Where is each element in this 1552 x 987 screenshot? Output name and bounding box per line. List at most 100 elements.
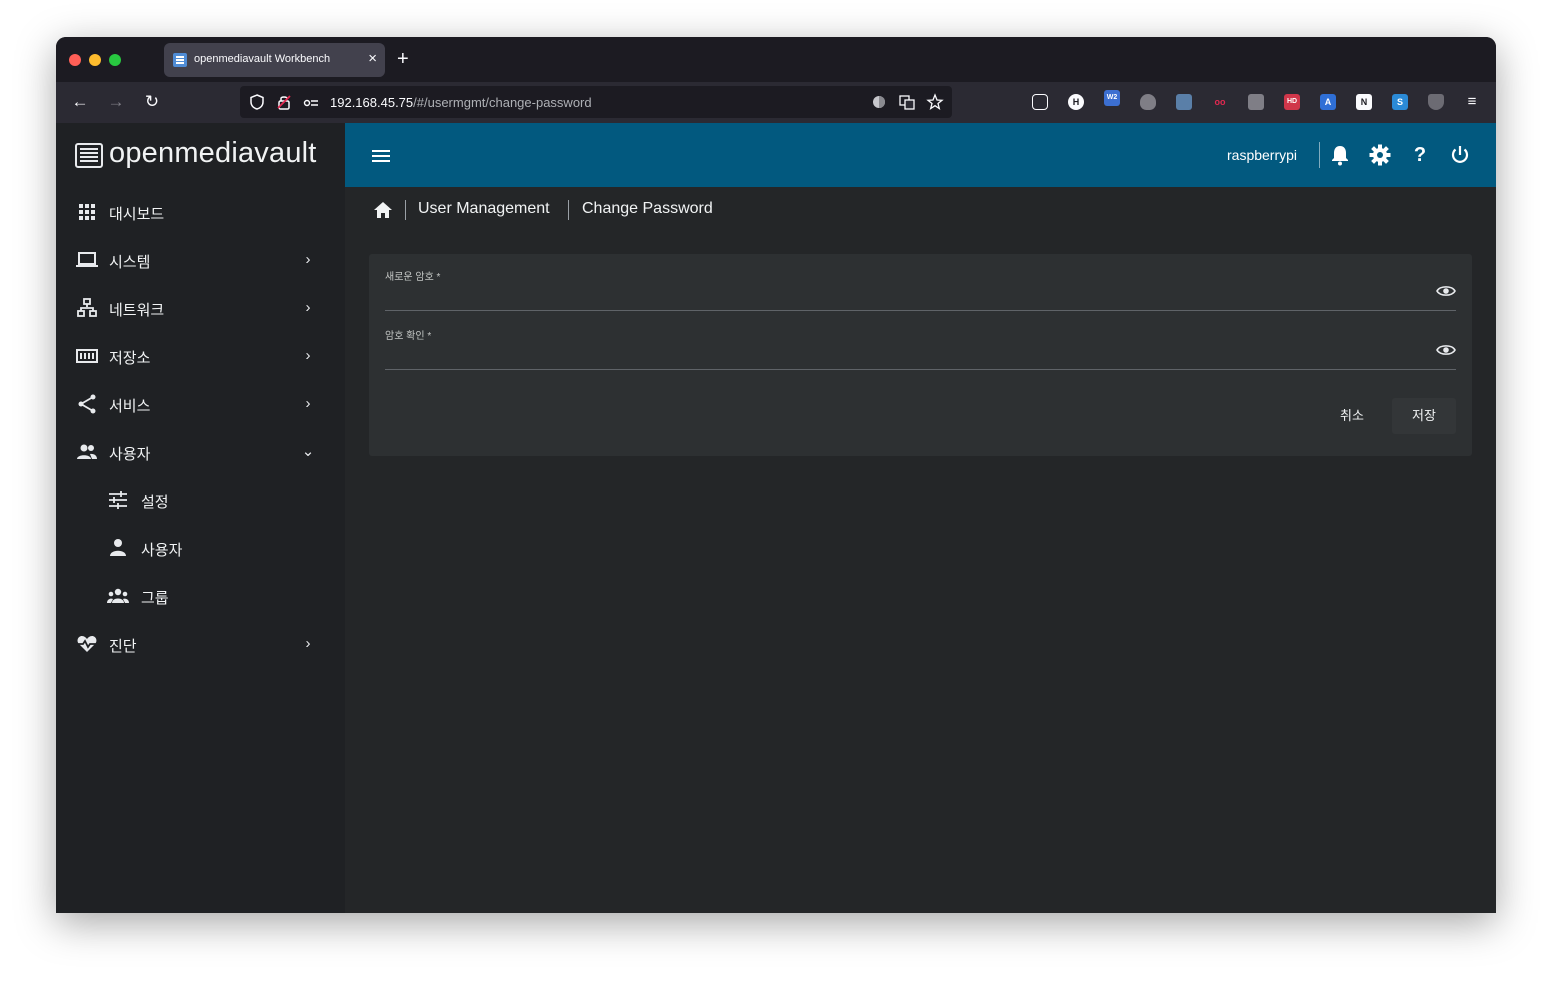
sidebar-item-label: 네트워크 — [109, 302, 165, 319]
new-password-input[interactable] — [385, 284, 1415, 304]
back-button[interactable]: ← — [69, 91, 91, 113]
reader-mode-icon[interactable] — [870, 93, 888, 111]
new-password-label: 새로운 암호 * — [385, 272, 441, 283]
tab-title: openmediavault Workbench — [194, 53, 331, 65]
tab-strip: openmediavault Workbench × + — [56, 37, 1496, 82]
forward-button[interactable]: → — [105, 91, 127, 113]
share-icon — [78, 394, 96, 414]
s-extension-icon[interactable]: S — [1392, 94, 1408, 110]
breadcrumb-user-management[interactable]: User Management — [418, 200, 550, 218]
cancel-button[interactable]: 취소 — [1320, 398, 1384, 434]
insecure-lock-icon[interactable] — [275, 93, 293, 111]
pocket-icon[interactable] — [1032, 94, 1048, 110]
breadcrumb-separator — [568, 200, 569, 220]
w2-extension-icon[interactable]: W2 — [1104, 90, 1120, 106]
app-topbar: raspberrypi ? — [345, 123, 1496, 187]
power-icon[interactable] — [1448, 143, 1472, 167]
browser-menu-icon[interactable]: ≡ — [1461, 91, 1483, 113]
privacy-badger-icon[interactable] — [1140, 94, 1156, 110]
sidebar-item-label: 사용자 — [109, 446, 151, 463]
feed-extension-icon[interactable] — [1248, 94, 1264, 110]
change-password-form: 새로운 암호 * 암호 확인 * 취소 저장 — [369, 254, 1472, 456]
sidebar-item-label: 설정 — [141, 494, 169, 511]
eye-icon[interactable] — [1436, 343, 1456, 357]
network-icon — [77, 298, 97, 317]
sidebar-item-storage[interactable]: 저장소 › — [56, 332, 345, 380]
person-icon — [110, 539, 126, 556]
sidebar-item-label: 그룹 — [141, 590, 169, 607]
confirm-password-input[interactable] — [385, 343, 1415, 363]
save-button[interactable]: 저장 — [1392, 398, 1456, 434]
omv-favicon-icon — [173, 53, 187, 67]
omv-logo-icon — [75, 143, 103, 168]
chevron-down-icon: ⌄ — [301, 443, 315, 460]
group-icon — [107, 588, 129, 603]
chevron-right-icon: › — [305, 251, 311, 268]
translate-extension-icon[interactable]: A — [1320, 94, 1336, 110]
notion-icon[interactable]: N — [1356, 94, 1372, 110]
bookmark-star-icon[interactable] — [926, 93, 944, 111]
shield-extension-icon[interactable] — [1428, 94, 1444, 110]
sidebar-item-label: 사용자 — [141, 542, 183, 559]
sidebar-subitem-groups[interactable]: 그룹 — [56, 572, 345, 620]
tab-close-icon[interactable]: × — [368, 50, 377, 68]
translate-icon[interactable] — [898, 93, 916, 111]
shield-icon[interactable] — [248, 93, 266, 111]
sidebar-item-system[interactable]: 시스템 › — [56, 236, 345, 284]
browser-window: openmediavault Workbench × + ← → ↻ 192.1… — [56, 37, 1496, 913]
browser-tab[interactable]: openmediavault Workbench × — [164, 43, 385, 77]
hamburger-menu-icon[interactable] — [372, 150, 390, 162]
home-icon[interactable] — [372, 199, 394, 221]
sidebar-item-diagnostics[interactable]: 진단 › — [56, 620, 345, 668]
sidebar-item-label: 서비스 — [109, 398, 151, 415]
sidebar-item-network[interactable]: 네트워크 › — [56, 284, 345, 332]
new-password-field[interactable]: 새로운 암호 * — [385, 254, 1456, 311]
notification-bell-icon[interactable] — [1328, 143, 1352, 167]
gear-icon[interactable] — [1368, 143, 1392, 167]
url-path: /#/usermgmt/change-password — [413, 95, 592, 110]
browser-toolbar: ← → ↻ 192.168.45.75/#/usermgmt/change-pa… — [56, 82, 1496, 123]
sidebar-item-label: 대시보드 — [109, 206, 165, 223]
sidebar-item-users[interactable]: 사용자 ⌄ — [56, 428, 345, 476]
close-window-button[interactable] — [69, 54, 81, 66]
honey-icon[interactable]: H — [1068, 94, 1084, 110]
confirm-password-field[interactable]: 암호 확인 * — [385, 313, 1456, 370]
help-icon[interactable]: ? — [1408, 143, 1432, 167]
heart-pulse-icon — [77, 636, 97, 652]
sidebar-subitem-users[interactable]: 사용자 — [56, 524, 345, 572]
sidebar-item-services[interactable]: 서비스 › — [56, 380, 345, 428]
chevron-right-icon: › — [305, 395, 311, 412]
topbar-divider — [1319, 142, 1320, 168]
url-text[interactable]: 192.168.45.75/#/usermgmt/change-password — [330, 95, 592, 110]
apps-grid-icon — [79, 204, 95, 220]
sidebar: openmediavault 대시보드 시스템 › 네트워크 › 저장소 › 서… — [56, 123, 345, 913]
sidebar-item-label: 진단 — [109, 638, 137, 655]
chevron-right-icon: › — [305, 299, 311, 316]
storage-icon — [76, 349, 98, 363]
hostname-label: raspberrypi — [1227, 147, 1298, 163]
sidebar-item-label: 저장소 — [109, 350, 151, 367]
url-bar[interactable]: 192.168.45.75/#/usermgmt/change-password — [240, 86, 952, 118]
tune-icon — [109, 491, 127, 509]
minimize-window-button[interactable] — [89, 54, 101, 66]
users-icon — [77, 444, 97, 459]
laptop-icon — [76, 252, 98, 267]
url-host: 192.168.45.75 — [330, 95, 414, 110]
hd-extension-icon[interactable]: HD — [1284, 94, 1300, 110]
screenshot-extension-icon[interactable] — [1176, 94, 1192, 110]
glasses-extension-icon[interactable]: oo — [1212, 94, 1228, 110]
reload-button[interactable]: ↻ — [141, 91, 163, 113]
sidebar-item-dashboard[interactable]: 대시보드 — [56, 188, 345, 236]
main-content: User Management Change Password 새로운 암호 *… — [345, 187, 1496, 913]
breadcrumb-change-password: Change Password — [582, 200, 713, 217]
permissions-icon[interactable] — [302, 93, 320, 111]
eye-icon[interactable] — [1436, 284, 1456, 298]
sidebar-subitem-settings[interactable]: 설정 — [56, 476, 345, 524]
brand-name: openmediavault — [109, 137, 317, 169]
chevron-right-icon: › — [305, 635, 311, 652]
breadcrumb-separator — [405, 200, 406, 220]
maximize-window-button[interactable] — [109, 54, 121, 66]
sidebar-item-label: 시스템 — [109, 254, 151, 271]
new-tab-button[interactable]: + — [397, 48, 409, 70]
confirm-password-label: 암호 확인 * — [385, 331, 432, 342]
